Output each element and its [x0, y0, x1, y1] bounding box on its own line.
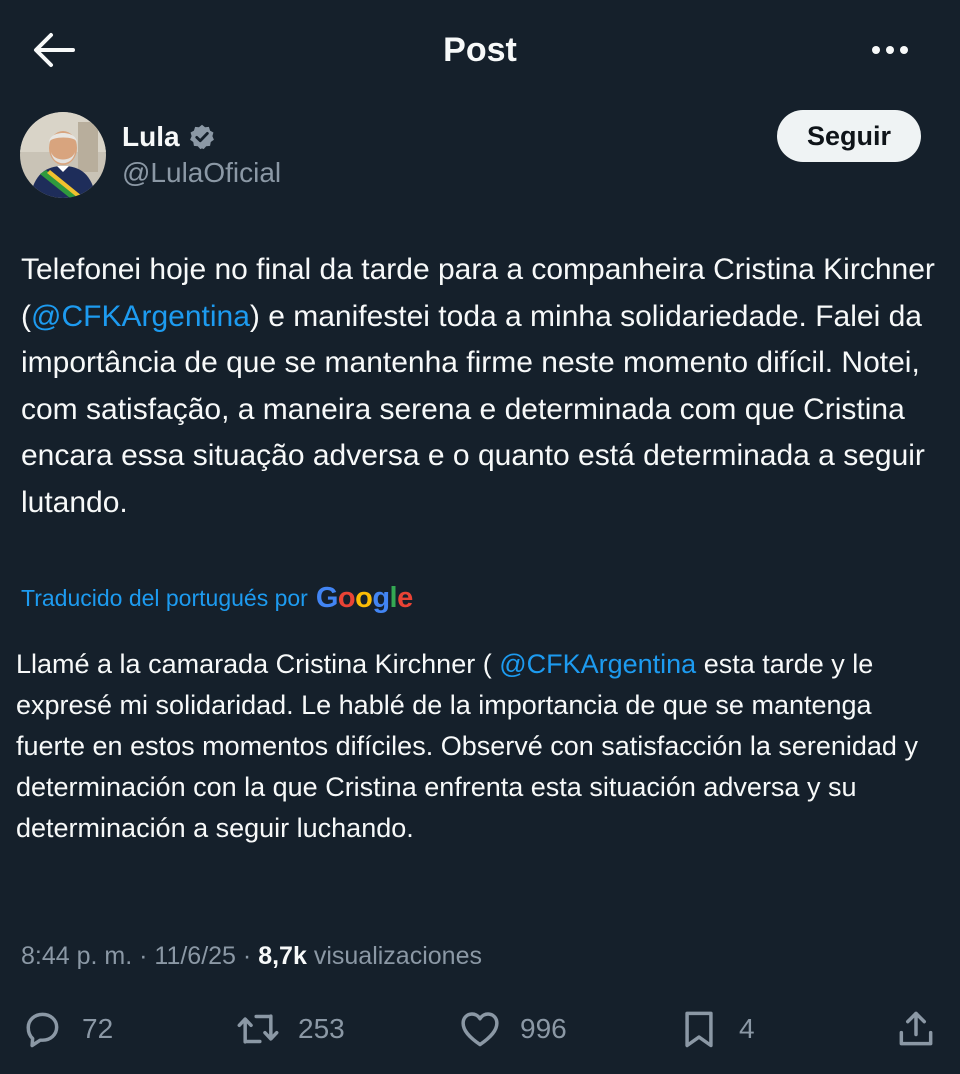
more-options-button[interactable]: [860, 30, 920, 70]
share-icon: [899, 1011, 933, 1046]
bookmark-icon: [685, 1011, 713, 1048]
mention-link[interactable]: @CFKArgentina: [31, 300, 250, 333]
view-count: 8,7k: [258, 942, 307, 970]
bookmark-button[interactable]: 4: [677, 1004, 755, 1054]
like-button[interactable]: 996: [458, 1004, 567, 1054]
page-title: Post: [443, 31, 517, 69]
author-display-name: Lula: [122, 121, 180, 152]
author-handle[interactable]: @LulaOficial: [122, 156, 281, 190]
repost-count: 253: [298, 1013, 345, 1044]
repost-button[interactable]: 253: [236, 1004, 345, 1054]
reply-icon: [26, 1012, 59, 1048]
top-bar: Post: [0, 0, 960, 100]
reply-button[interactable]: 72: [20, 1004, 113, 1054]
bookmark-count: 4: [739, 1013, 755, 1044]
heart-icon: [461, 1012, 499, 1047]
translation-text: Llamé a la camarada Cristina Kirchner ( …: [16, 644, 946, 849]
post-time[interactable]: 8:44 p. m.: [21, 942, 132, 970]
views-label: visualizaciones: [313, 942, 482, 970]
post-meta: 8:44 p. m. · 11/6/25 · 8,7k visualizacio…: [21, 942, 482, 970]
google-logo: Google: [315, 581, 413, 614]
post-page: Post Lula @LulaOficial Seguir Telefonei …: [0, 0, 960, 1074]
avatar[interactable]: [20, 112, 106, 198]
post-date[interactable]: 11/6/25: [154, 942, 236, 970]
translation-attribution[interactable]: Traducido del portugués por Google: [21, 580, 413, 616]
like-count: 996: [520, 1013, 567, 1044]
translation-mention-link[interactable]: @CFKArgentina: [499, 649, 696, 679]
reply-count: 72: [82, 1013, 114, 1044]
translation-text-start: Llamé a la camarada Cristina Kirchner (: [16, 649, 500, 679]
share-button[interactable]: [894, 1004, 938, 1054]
more-horizontal-icon: [872, 46, 880, 54]
author-name[interactable]: Lula: [122, 120, 216, 154]
post-text: Telefonei hoje no final da tarde para a …: [21, 247, 951, 526]
verified-badge-icon: [189, 124, 214, 150]
follow-button[interactable]: Seguir: [777, 110, 921, 162]
translation-label: Traducido del portugués por: [21, 584, 308, 611]
repost-icon: [237, 1014, 279, 1044]
action-bar: 72 253 996 4: [0, 1004, 960, 1054]
